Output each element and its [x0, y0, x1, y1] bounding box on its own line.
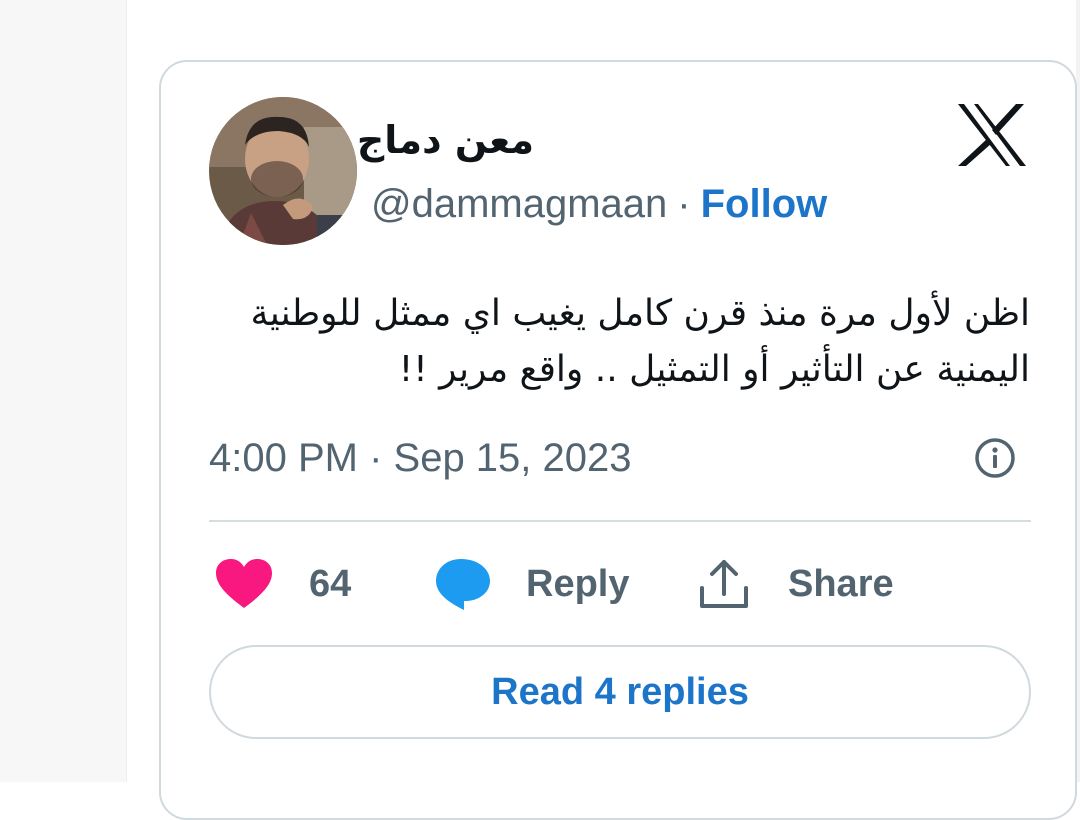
share-label: Share	[788, 562, 894, 605]
avatar[interactable]	[209, 97, 357, 245]
reply-label: Reply	[526, 562, 630, 605]
share-button[interactable]: Share	[696, 556, 894, 612]
page-left-gutter	[0, 0, 127, 782]
like-count: 64	[309, 562, 352, 605]
reply-button[interactable]: Reply	[434, 556, 629, 612]
tweet-text-line: اظن لأول مرة منذ قرن كامل يغيب اي ممثل ل…	[250, 293, 1030, 334]
x-logo-icon[interactable]	[958, 104, 1026, 166]
like-button[interactable]: 64	[215, 556, 351, 612]
author-handle-row: @dammagmaan · Follow	[371, 180, 827, 228]
author-display-name[interactable]: معن دماج	[357, 118, 534, 162]
info-icon[interactable]	[974, 437, 1016, 479]
tweet-text-line: اليمنية عن التأثير أو التمثيل .. واقع مر…	[398, 349, 1030, 390]
tweet-text: اظن لأول مرة منذ قرن كامل يغيب اي ممثل ل…	[210, 286, 1030, 398]
author-handle[interactable]: @dammagmaan	[371, 182, 667, 226]
share-upload-icon	[700, 560, 748, 608]
speech-bubble-icon	[436, 559, 490, 610]
heart-icon	[216, 559, 272, 608]
tweet-timestamp[interactable]: 4:00 PM · Sep 15, 2023	[209, 436, 632, 481]
handle-separator: ·	[677, 182, 691, 226]
follow-button[interactable]: Follow	[701, 182, 828, 226]
divider	[209, 520, 1031, 522]
read-replies-button[interactable]: Read 4 replies	[209, 645, 1031, 739]
